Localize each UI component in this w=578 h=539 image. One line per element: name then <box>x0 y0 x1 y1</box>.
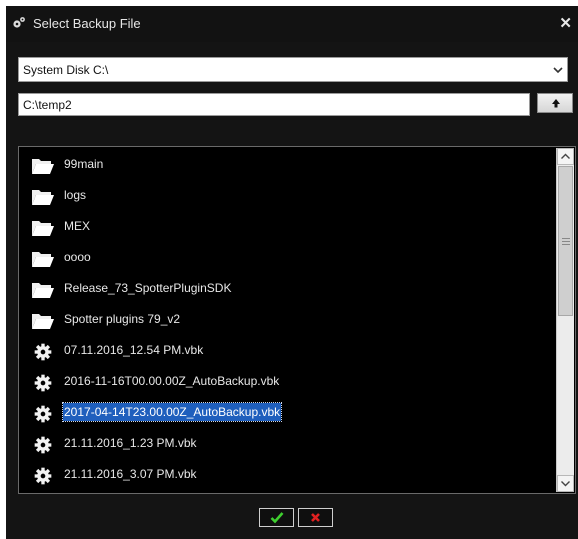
file-name-label: Spotter plugins 79_v2 <box>64 312 181 326</box>
folder-icon <box>31 280 55 300</box>
grip-line <box>562 244 570 245</box>
file-row[interactable]: 2016-11-16T00.00.00Z_AutoBackup.vbk <box>29 369 549 397</box>
close-button[interactable]: ✕ <box>559 14 572 32</box>
gear-icon <box>31 373 55 393</box>
select-backup-dialog: Select Backup File ✕ System Disk C:\ 99m… <box>6 6 578 539</box>
folder-row[interactable]: MEX <box>29 214 549 242</box>
vertical-scrollbar[interactable] <box>556 148 574 492</box>
file-name-label: MEX <box>64 219 91 233</box>
file-list[interactable]: 99main logs MEX oooo Release_73_SpotterPlugi… <box>18 146 576 494</box>
grip-line <box>562 241 570 242</box>
file-name-label: oooo <box>64 250 91 264</box>
folder-icon <box>31 311 55 331</box>
file-name-label: 2016-11-16T00.00.00Z_AutoBackup.vbk <box>64 374 280 388</box>
parent-folder-button[interactable] <box>537 93 573 113</box>
cancel-button[interactable] <box>298 508 333 527</box>
x-close-icon <box>311 513 320 522</box>
file-name-label: 21.11.2016_1.23 PM.vbk <box>64 436 197 450</box>
folder-row[interactable]: Spotter plugins 79_v2 <box>29 307 549 335</box>
folder-icon <box>31 156 55 176</box>
gear-icon <box>31 404 55 424</box>
folder-icon <box>31 187 55 207</box>
settings-gears-icon <box>13 17 25 28</box>
dialog-title: Select Backup File <box>33 16 141 31</box>
folder-row[interactable]: oooo <box>29 245 549 273</box>
file-row[interactable]: 21.11.2016_1.23 PM.vbk <box>29 431 549 459</box>
scroll-up-button[interactable] <box>557 148 574 165</box>
file-row[interactable]: 2017-04-14T23.00.00Z_AutoBackup.vbk <box>29 400 549 428</box>
file-name-label: 21.11.2016_3.07 PM.vbk <box>64 467 197 481</box>
scroll-thumb[interactable] <box>558 166 573 316</box>
grip-line <box>562 238 570 239</box>
file-name-label: 99main <box>64 157 104 171</box>
folder-row[interactable]: Release_73_SpotterPluginSDK <box>29 276 549 304</box>
gear-icon <box>31 435 55 455</box>
file-row[interactable]: 21.11.2016_3.07 PM.vbk <box>29 462 549 490</box>
gear-icon <box>31 342 55 362</box>
file-name-label: logs <box>64 188 87 202</box>
ok-button[interactable] <box>259 508 294 527</box>
drive-select[interactable]: System Disk C:\ <box>18 57 568 82</box>
checkmark-icon <box>270 512 284 524</box>
gear-icon <box>31 466 55 486</box>
scroll-down-button[interactable] <box>557 475 574 492</box>
folder-icon <box>31 249 55 269</box>
file-name-label: 2017-04-14T23.00.00Z_AutoBackup.vbk <box>61 402 283 422</box>
folder-icon <box>31 218 55 238</box>
file-row[interactable]: 07.11.2016_12.54 PM.vbk <box>29 338 549 366</box>
title-bar: Select Backup File ✕ <box>6 6 578 42</box>
chevron-down-icon <box>553 67 563 74</box>
drive-select-value: System Disk C:\ <box>23 63 109 77</box>
file-name-label: 07.11.2016_12.54 PM.vbk <box>64 343 204 357</box>
folder-row[interactable]: 99main <box>29 152 549 180</box>
path-input[interactable] <box>18 93 530 116</box>
folder-row[interactable]: logs <box>29 183 549 211</box>
chevron-up-icon <box>561 153 570 159</box>
file-name-label: Release_73_SpotterPluginSDK <box>64 281 232 295</box>
chevron-down-icon <box>561 481 570 487</box>
arrow-up-icon <box>552 99 560 108</box>
